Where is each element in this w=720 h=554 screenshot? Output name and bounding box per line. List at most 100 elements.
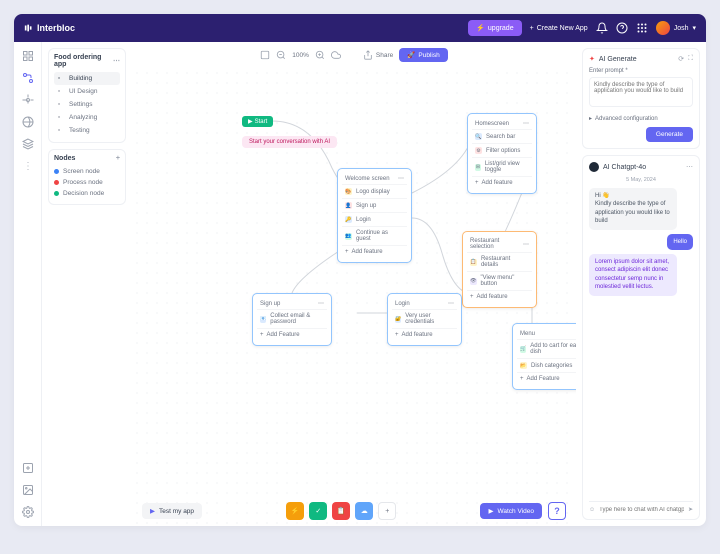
add-feature[interactable]: + Add feature (392, 328, 457, 341)
nodes-title: Nodes + (54, 155, 120, 162)
menu-analyzing[interactable]: ▫Analyzing (54, 111, 120, 124)
menu-building[interactable]: ▫Building (54, 72, 120, 85)
node-welcome[interactable]: Welcome screen⋯ 🎨Logo display 👤Sign up 🔑… (337, 168, 412, 263)
avatar (656, 21, 670, 35)
watch-video-button[interactable]: ▶ Watch Video (480, 503, 542, 519)
node-login[interactable]: Login⋯ 🔐Very user credentials + Add feat… (387, 293, 462, 346)
rail-components-icon[interactable] (22, 94, 34, 106)
refresh-icon[interactable]: ⟳ (678, 55, 684, 63)
user-menu[interactable]: Josh ▾ (656, 21, 696, 35)
node-homescreen[interactable]: Homescreen⋯ 🔍Search bar ⚙Filter options … (467, 113, 537, 194)
legend-decision-node[interactable]: Decision node (54, 188, 120, 199)
legend-screen-node[interactable]: Screen node (54, 166, 120, 177)
chat-input[interactable] (599, 507, 684, 513)
chat-header: AI Chatgpt-4o ⋯ (589, 162, 693, 172)
more-icon[interactable]: ⋯ (523, 241, 529, 248)
node-signup[interactable]: Sign up⋯ 📧Collect email & password + Add… (252, 293, 332, 346)
play-icon: ▶ (150, 507, 155, 515)
emoji-icon[interactable]: ☺ (589, 507, 595, 513)
bell-icon[interactable] (596, 22, 608, 34)
canvas-area: 100% Share 🚀 Publish (132, 42, 576, 526)
more-icon[interactable]: ⋯ (318, 300, 324, 307)
share-button[interactable]: Share (363, 50, 393, 60)
ai-generate-card: ✦ AI Generate ⟳ ⛶ Enter prompt * ▸ Advan… (582, 48, 700, 149)
help-icon[interactable] (616, 22, 628, 34)
rail-flow-icon[interactable] (22, 72, 34, 84)
logo-icon (24, 23, 34, 33)
rail-more-icon[interactable] (22, 160, 34, 172)
add-feature[interactable]: + Add feature (472, 176, 532, 189)
add-feature[interactable]: + Add Feature (517, 372, 576, 385)
nodes-card: Nodes + Screen nodeProcess nodeDecision … (48, 149, 126, 205)
rail-gallery-icon[interactable] (22, 484, 34, 496)
bottom-tool-1[interactable]: ✓ (309, 502, 327, 520)
more-icon[interactable]: ⋯ (448, 300, 454, 307)
chat-input-row: ☺ ➤ (589, 501, 693, 513)
node-restaurant[interactable]: Restaurant selection⋯ 📋Restaurant detail… (462, 231, 537, 308)
create-app-button[interactable]: + Create New App (530, 25, 588, 32)
chat-card: AI Chatgpt-4o ⋯ 5 May, 2024 Hi 👋 Kindly … (582, 155, 700, 520)
left-panel: Food ordering app ⋯ ▫Building▫UI Design▫… (42, 42, 132, 526)
plus-icon[interactable]: + (116, 155, 120, 162)
advanced-config[interactable]: ▸ Advanced configuration (589, 115, 693, 122)
project-title: Food ordering app ⋯ (54, 54, 120, 68)
more-icon[interactable]: ⋯ (686, 163, 693, 171)
rail-settings-icon[interactable] (22, 506, 34, 518)
rail-globe-icon[interactable] (22, 116, 34, 128)
node-menu[interactable]: Menu⋯ 🛒Add to cart for each dish 📂Dish c… (512, 323, 576, 390)
rail-add-icon[interactable] (22, 462, 34, 474)
bottom-tool-0[interactable]: ⚡ (286, 502, 304, 520)
add-feature[interactable]: + Add feature (467, 290, 532, 303)
fit-icon[interactable] (260, 50, 270, 60)
lightning-icon: ⚡ (476, 24, 485, 32)
prompt-input[interactable] (589, 77, 693, 107)
rail-layers-icon[interactable] (22, 138, 34, 150)
topbar: Interbloc ⚡ upgrade + Create New App Jos… (14, 14, 706, 42)
plus-icon: + (530, 25, 534, 32)
more-icon[interactable]: ⋯ (398, 175, 404, 182)
chat-msg-ai: Lorem ipsum dolor sit amet, consect adip… (589, 254, 677, 296)
help-button[interactable]: ? (548, 502, 566, 520)
logo: Interbloc (24, 23, 75, 33)
chat-msg-ai: Hi 👋 Kindly describe the type of applica… (589, 188, 677, 230)
project-card: Food ordering app ⋯ ▫Building▫UI Design▫… (48, 48, 126, 143)
bottom-tool-3[interactable]: ☁ (355, 502, 373, 520)
bottom-tool-2[interactable]: 📋 (332, 502, 350, 520)
menu-testing[interactable]: ▫Testing (54, 124, 120, 137)
bottom-bar: ▶ Test my app ⚡ ✓ 📋 ☁ + ▶ Watch Video ? (132, 502, 576, 520)
brand-text: Interbloc (37, 23, 75, 33)
zoom-in-icon[interactable] (315, 50, 325, 60)
ai-hint-chip[interactable]: Start your conversation with AI (242, 136, 337, 148)
prompt-label: Enter prompt * (589, 68, 693, 74)
add-feature[interactable]: + Add feature (342, 245, 407, 258)
generate-button[interactable]: Generate (646, 127, 693, 142)
more-icon[interactable]: ⋯ (113, 57, 120, 65)
chat-date: 5 May, 2024 (589, 177, 693, 183)
right-panel: ✦ AI Generate ⟳ ⛶ Enter prompt * ▸ Advan… (576, 42, 706, 526)
menu-settings[interactable]: ▫Settings (54, 98, 120, 111)
canvas[interactable]: ▶ Start Start your conversation with AI … (132, 68, 576, 526)
rail-dashboard-icon[interactable] (22, 50, 34, 62)
menu-ui-design[interactable]: ▫UI Design (54, 85, 120, 98)
chevron-down-icon: ▾ (692, 24, 696, 32)
share-label: Share (376, 52, 393, 59)
test-app-button[interactable]: ▶ Test my app (142, 503, 202, 519)
chat-avatar (589, 162, 599, 172)
start-chip[interactable]: ▶ Start (242, 116, 273, 127)
publish-button[interactable]: 🚀 Publish (399, 48, 447, 62)
cloud-icon[interactable] (331, 50, 341, 60)
left-rail (14, 42, 42, 526)
legend-process-node[interactable]: Process node (54, 177, 120, 188)
zoom-level: 100% (292, 52, 309, 59)
upgrade-button[interactable]: ⚡ upgrade (468, 20, 521, 36)
expand-icon[interactable]: ⛶ (688, 55, 693, 63)
zoom-out-icon[interactable] (276, 50, 286, 60)
more-icon[interactable]: ⋯ (523, 120, 529, 127)
add-feature[interactable]: + Add Feature (257, 328, 327, 341)
send-icon[interactable]: ➤ (688, 506, 693, 513)
bottom-tool-add[interactable]: + (378, 502, 396, 520)
publish-label: Publish (418, 52, 439, 59)
create-label: Create New App (537, 25, 588, 32)
upgrade-label: upgrade (488, 25, 514, 32)
apps-grid-icon[interactable] (636, 22, 648, 34)
